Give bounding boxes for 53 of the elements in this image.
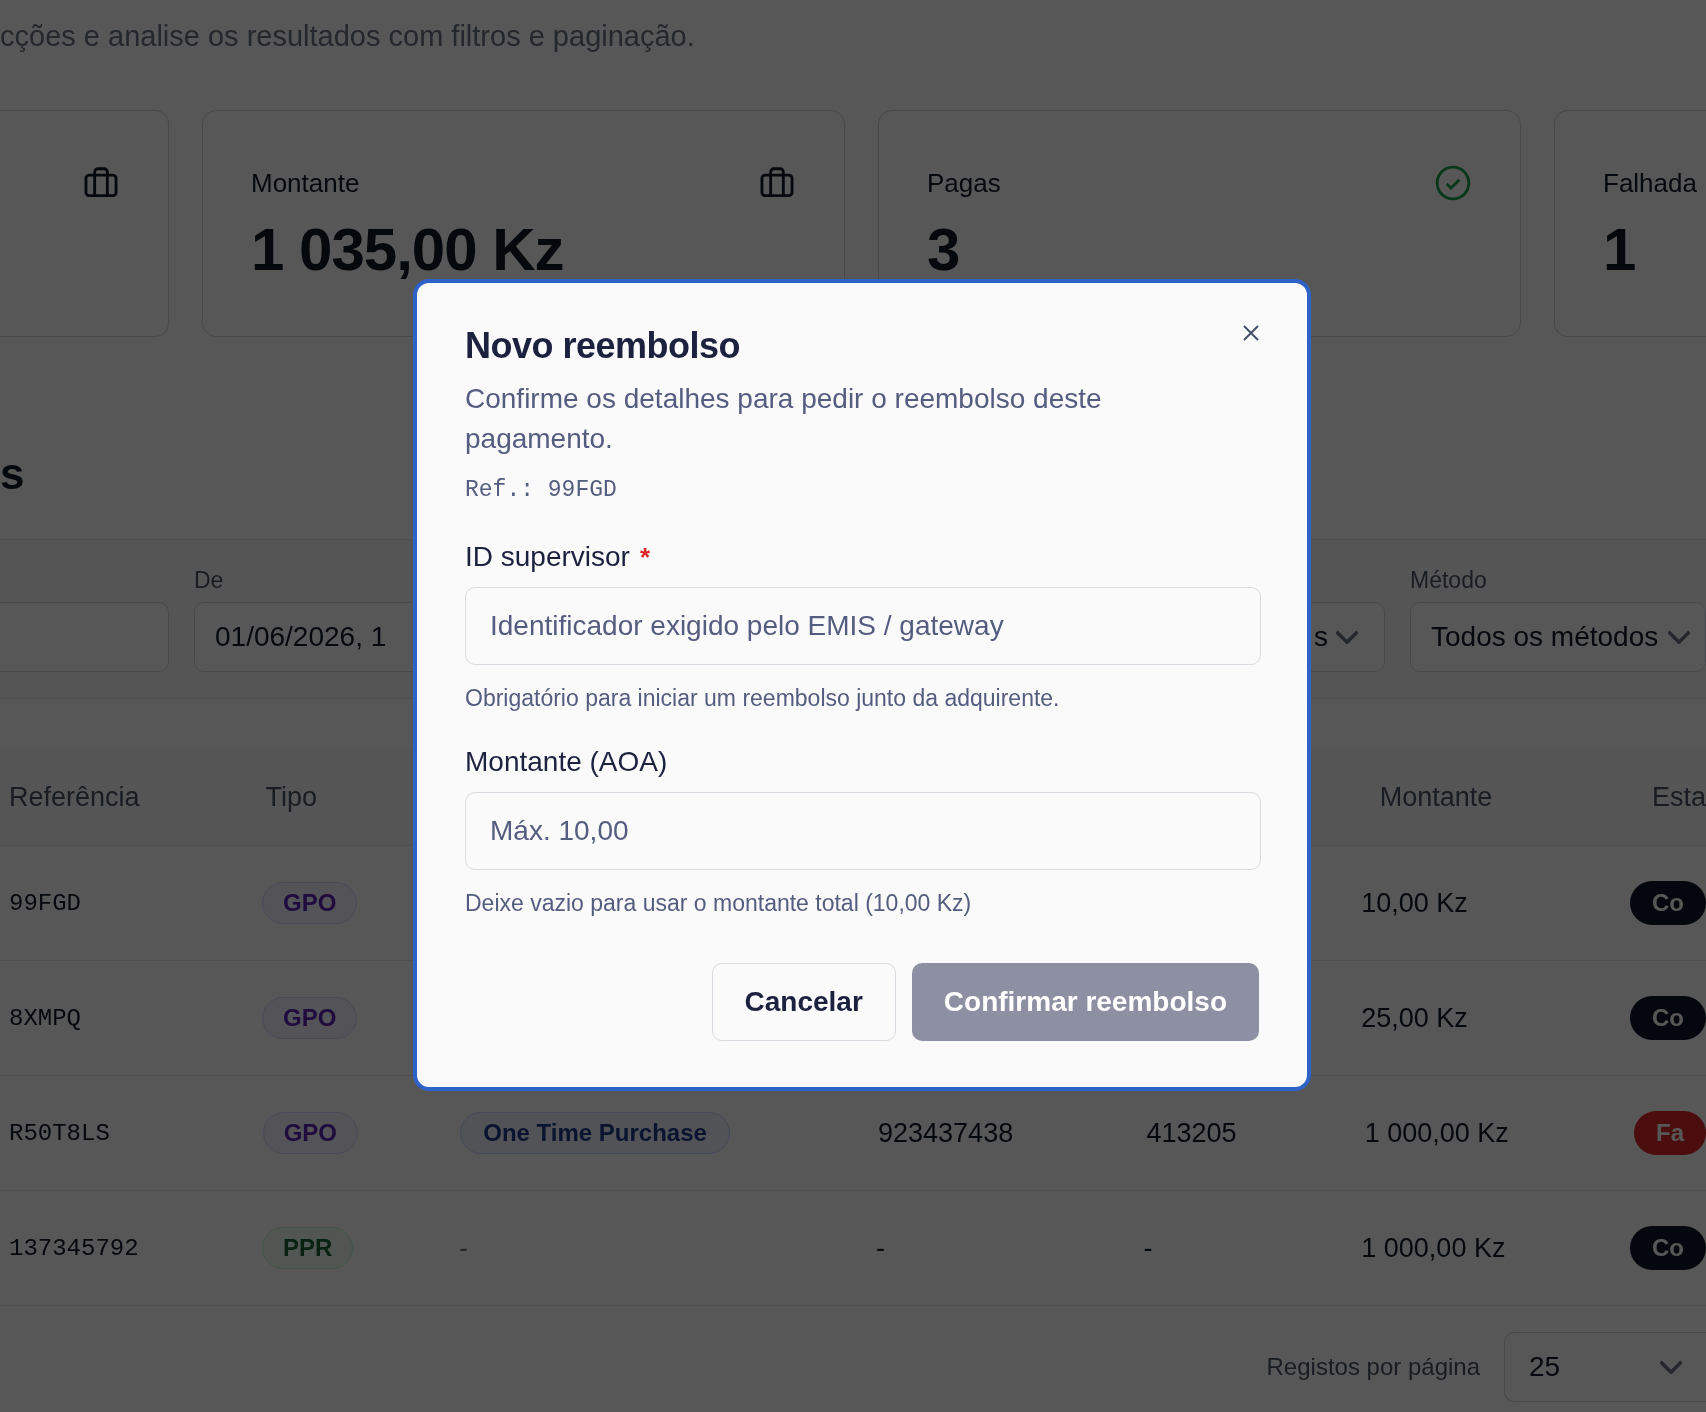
table-cell: 923437438 xyxy=(878,1117,1014,1148)
field-label: ID supervisor xyxy=(465,541,630,573)
chevron-down-icon xyxy=(1336,630,1358,644)
status-tag: Co xyxy=(1630,881,1706,925)
stat-label: Pagas xyxy=(927,167,1001,199)
chevron-down-icon xyxy=(1668,630,1691,644)
status-tag: Co xyxy=(1630,1226,1706,1270)
rows-per-page-select[interactable]: 25 xyxy=(1504,1332,1706,1402)
table-cell-text: R50T8LS xyxy=(9,1119,111,1147)
table-cell: - xyxy=(459,1232,469,1263)
table-cell: - xyxy=(875,1232,885,1263)
product-tag: One Time Purchase xyxy=(460,1112,730,1154)
input-field[interactable]: Máx. 10,00 xyxy=(465,792,1261,870)
table-cell: - xyxy=(1143,1232,1153,1263)
field-hint: Deixe vazio para usar o montante total (10,00 Kz) xyxy=(465,890,973,917)
check-circle-icon xyxy=(1434,164,1472,202)
cancel-button[interactable]: Cancelar xyxy=(711,963,896,1041)
table-cell-text: 8XMPQ xyxy=(9,1004,82,1032)
stat-label: Montante xyxy=(251,167,360,199)
column-header: Referência xyxy=(9,781,141,813)
field-hint: Obrigatório para iniciar um reembolso junto da adquirente. xyxy=(465,685,1061,712)
table-cell-text: 1 000,00 Kz xyxy=(1361,1232,1507,1264)
field-label: De xyxy=(194,567,225,594)
stat-value: 1 035,00 Kz xyxy=(251,215,565,284)
section-heading: s xyxy=(0,449,25,499)
table-cell-text: 25,00 Kz xyxy=(1361,1002,1469,1034)
column-header: Tipo xyxy=(265,781,318,813)
reference-text: Ref.: 99FGD xyxy=(465,477,618,503)
status-tag: Fa xyxy=(1634,1111,1706,1155)
column-header: Esta xyxy=(1652,781,1706,813)
stat-value: 3 xyxy=(927,215,961,284)
rows-per-page-label: Registos por página xyxy=(1266,1353,1480,1381)
type-tag: GPO xyxy=(262,882,358,924)
field-label: Método xyxy=(1410,567,1488,594)
chevron-down-icon xyxy=(1660,1360,1682,1374)
dialog-description: Confirme os detalhes para pedir o reembolso deste pagamento. xyxy=(465,382,1103,456)
type-tag: PPR xyxy=(262,1227,354,1269)
table-cell-text: 10,00 Kz xyxy=(1361,887,1469,919)
field-label: Montante (AOA) xyxy=(465,746,668,778)
type-tag: GPO xyxy=(262,997,358,1039)
table-cell-text: 99FGD xyxy=(9,889,82,917)
required-mark: * xyxy=(639,542,651,573)
stat-value: 1 xyxy=(1603,215,1637,284)
table-cell-text: 137345792 xyxy=(9,1234,140,1262)
stat-label: Falhada xyxy=(1603,167,1697,199)
input-field[interactable]: Identificador exigido pelo EMIS / gateway xyxy=(465,587,1261,665)
method-select[interactable]: Todos os métodos xyxy=(1410,602,1706,672)
column-header: Montante xyxy=(1379,781,1494,813)
table-cell: 413205 xyxy=(1146,1117,1237,1148)
dialog-title: Novo reembolso xyxy=(465,325,741,367)
status-tag: Co xyxy=(1630,996,1706,1040)
table-cell-text: 1 000,00 Kz xyxy=(1364,1117,1510,1149)
type-tag: GPO xyxy=(262,1112,358,1154)
